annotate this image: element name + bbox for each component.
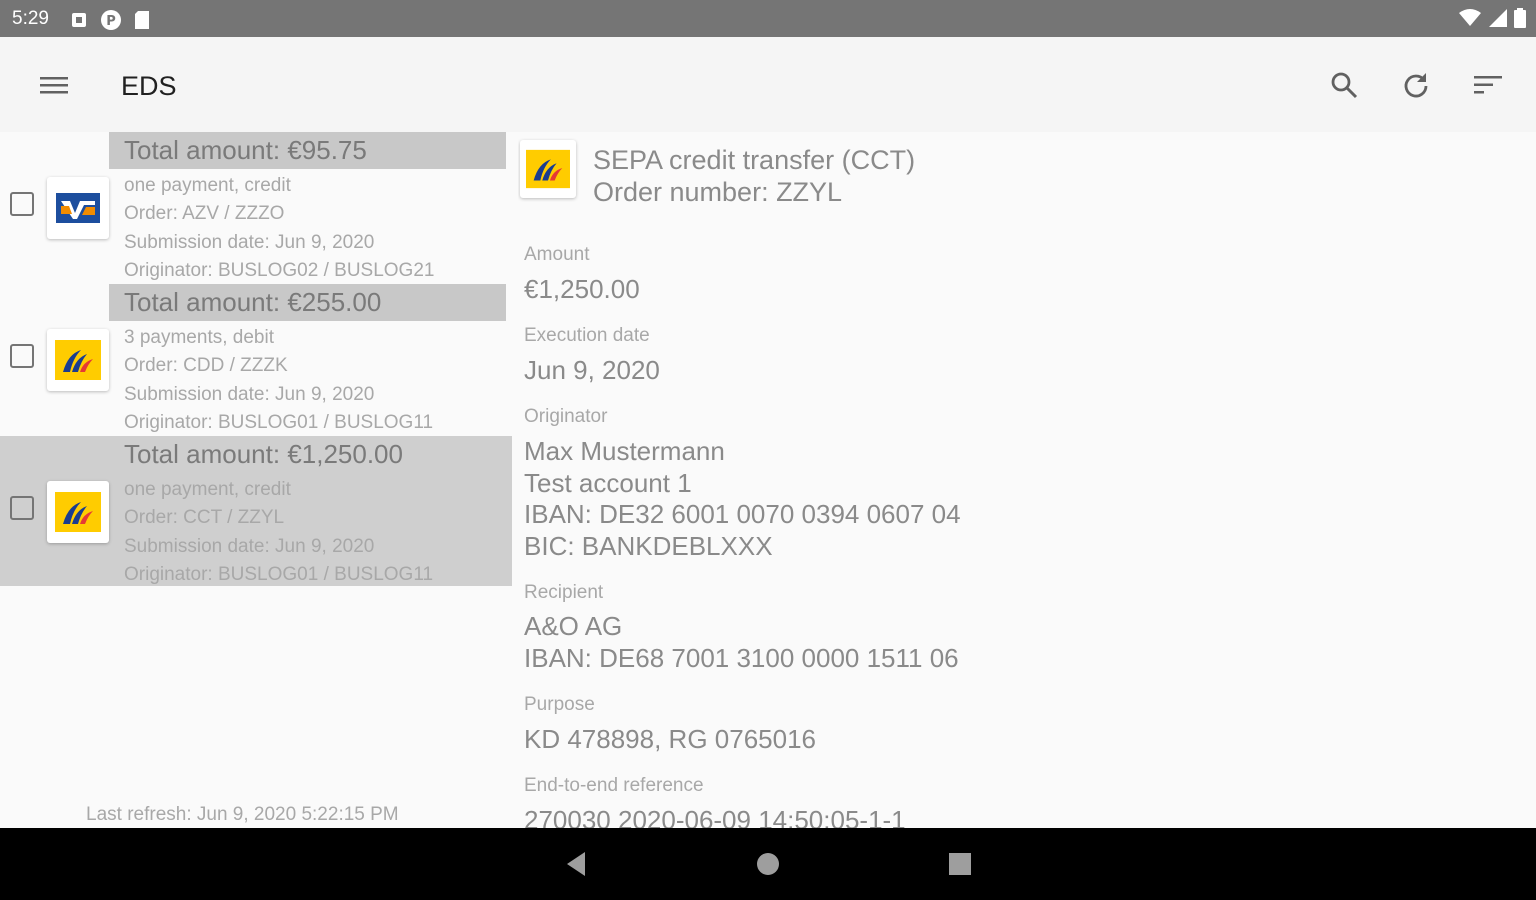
execution-date-value: Jun 9, 2020 bbox=[524, 355, 660, 385]
order-payments: 3 payments, debit bbox=[124, 327, 274, 348]
search-button[interactable] bbox=[1324, 67, 1364, 103]
end-to-end-reference-label: End-to-end reference bbox=[524, 775, 704, 796]
order-number: Order: CDD / ZZZK bbox=[124, 355, 288, 376]
purpose-value: KD 478898, RG 0765016 bbox=[524, 724, 816, 754]
order-checkbox[interactable] bbox=[10, 192, 34, 216]
bank-logo bbox=[47, 329, 109, 391]
back-icon bbox=[567, 852, 585, 876]
order-total: Total amount: €255.00 bbox=[109, 284, 506, 321]
status-time: 5:29 bbox=[12, 8, 49, 29]
refresh-button[interactable] bbox=[1396, 67, 1436, 103]
recipient-label: Recipient bbox=[524, 582, 604, 603]
volksbank-logo-icon bbox=[56, 193, 100, 223]
order-submission-date: Submission date: Jun 9, 2020 bbox=[124, 232, 375, 253]
status-notification-icons: P bbox=[70, 9, 150, 31]
order-checkbox[interactable] bbox=[10, 496, 34, 520]
postbank-logo-icon bbox=[526, 149, 570, 189]
order-originator: Originator: BUSLOG01 / BUSLOG11 bbox=[124, 564, 434, 585]
originator-bic: BIC: BANKDEBLXXX bbox=[524, 530, 773, 561]
purpose-label: Purpose bbox=[524, 694, 595, 715]
sort-icon bbox=[1474, 76, 1502, 94]
order-submission-date: Submission date: Jun 9, 2020 bbox=[124, 536, 375, 557]
order-list-item[interactable]: Total amount: €255.00 3 payments, debit … bbox=[0, 284, 512, 436]
svg-text:P: P bbox=[106, 14, 116, 29]
last-refresh-text: Last refresh: Jun 9, 2020 5:22:15 PM bbox=[86, 804, 399, 825]
back-button[interactable] bbox=[556, 846, 596, 882]
order-checkbox[interactable] bbox=[10, 344, 34, 368]
order-total: Total amount: €1,250.00 bbox=[124, 439, 403, 469]
originator-label: Originator bbox=[524, 406, 608, 427]
bank-logo bbox=[47, 481, 109, 543]
wifi-icon bbox=[1459, 9, 1481, 26]
detail-title: SEPA credit transfer (CCT) bbox=[593, 145, 916, 175]
home-icon bbox=[757, 853, 779, 875]
order-submission-date: Submission date: Jun 9, 2020 bbox=[124, 384, 375, 405]
postbank-logo-icon bbox=[55, 340, 101, 380]
recents-icon bbox=[949, 853, 971, 875]
sort-button[interactable] bbox=[1468, 67, 1508, 103]
search-icon bbox=[1331, 72, 1358, 99]
originator-account: Test account 1 bbox=[524, 467, 692, 498]
detail-header: SEPA credit transfer (CCT) Order number:… bbox=[593, 144, 915, 208]
recipient-name: A&O AG bbox=[524, 611, 623, 641]
order-payments: one payment, credit bbox=[124, 479, 291, 500]
order-detail-pane: SEPA credit transfer (CCT) Order number:… bbox=[518, 132, 1528, 828]
order-list-item-selected[interactable]: Total amount: €1,250.00 one payment, cre… bbox=[0, 436, 512, 586]
bank-logo bbox=[47, 177, 109, 239]
originator-value: Max Mustermann Test account 1 IBAN: DE32… bbox=[524, 436, 961, 562]
recipient-value: A&O AG IBAN: DE68 7001 3100 0000 1511 06 bbox=[524, 611, 959, 674]
recipient-iban: IBAN: DE68 7001 3100 0000 1511 06 bbox=[524, 642, 959, 673]
app-title: EDS bbox=[121, 71, 177, 101]
order-number: Order: CCT / ZZYL bbox=[124, 507, 285, 528]
status-system-icons bbox=[1458, 8, 1526, 28]
execution-date-label: Execution date bbox=[524, 325, 650, 346]
home-button[interactable] bbox=[748, 846, 788, 882]
app-notification-icon: P bbox=[101, 10, 121, 30]
order-list-item[interactable]: Total amount: €95.75 one payment, credit… bbox=[0, 132, 512, 284]
originator-iban: IBAN: DE32 6001 0070 0394 0607 04 bbox=[524, 499, 961, 529]
detail-order-number: Order number: ZZYL bbox=[593, 177, 843, 207]
end-to-end-reference-value: 270030 2020-06-09 14:50:05-1-1 bbox=[524, 805, 906, 828]
navigation-bar bbox=[0, 828, 1536, 900]
order-list: Total amount: €95.75 one payment, credit… bbox=[0, 132, 512, 586]
menu-button[interactable] bbox=[36, 71, 72, 99]
cell-signal-icon bbox=[1489, 9, 1507, 27]
originator-name: Max Mustermann bbox=[524, 436, 725, 466]
notification-icon bbox=[72, 13, 86, 27]
order-total: Total amount: €95.75 bbox=[109, 132, 506, 169]
order-originator: Originator: BUSLOG02 / BUSLOG21 bbox=[124, 260, 435, 281]
order-payments: one payment, credit bbox=[124, 175, 291, 196]
battery-icon bbox=[1514, 8, 1526, 28]
amount-value: €1,250.00 bbox=[524, 274, 640, 304]
recents-button[interactable] bbox=[940, 846, 980, 882]
status-bar: 5:29 P bbox=[0, 0, 1536, 37]
app-bar: EDS bbox=[0, 37, 1536, 132]
sd-card-icon bbox=[135, 11, 149, 29]
detail-bank-logo bbox=[520, 140, 576, 198]
amount-label: Amount bbox=[524, 244, 590, 265]
order-originator: Originator: BUSLOG01 / BUSLOG11 bbox=[124, 412, 434, 433]
refresh-icon bbox=[1404, 73, 1428, 98]
menu-icon bbox=[40, 77, 68, 94]
order-number: Order: AZV / ZZZO bbox=[124, 203, 285, 224]
postbank-logo-icon bbox=[55, 492, 101, 532]
